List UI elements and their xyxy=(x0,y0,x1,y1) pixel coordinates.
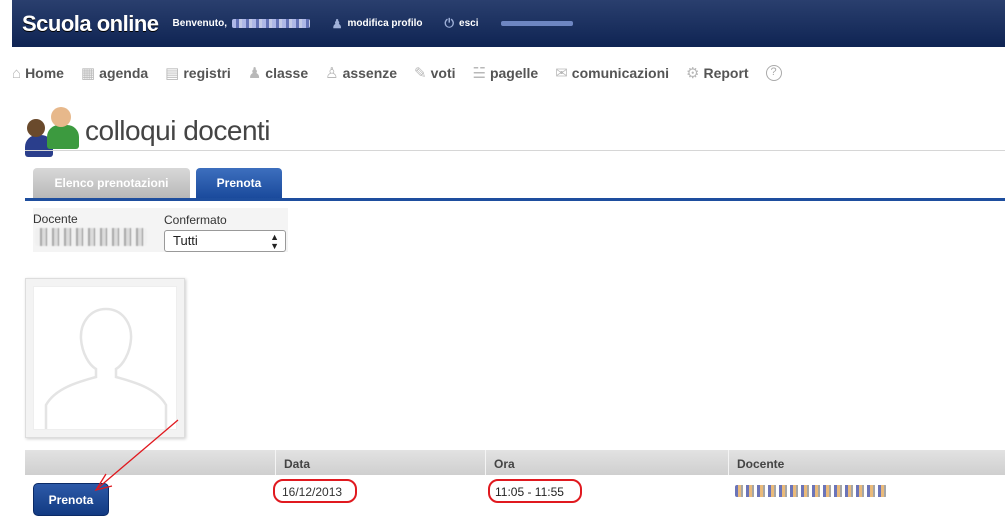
nav-item-registri[interactable]: ▤ registri xyxy=(165,64,231,82)
edit-profile-link[interactable]: ♟ modifica profilo xyxy=(332,17,423,31)
welcome-text: Benvenuto, xyxy=(173,18,310,29)
cell-ora: 11:05 - 11:55 xyxy=(495,485,564,499)
nav-label-classe: classe xyxy=(265,65,309,81)
nav-label-pagelle: pagelle xyxy=(489,65,539,81)
person-silhouette-icon xyxy=(44,307,168,429)
select-arrows-icon: ▲ ▼ xyxy=(270,232,279,251)
nav-item-classe[interactable]: ♟ classe xyxy=(248,64,308,82)
title-divider xyxy=(25,150,1005,151)
edit-icon: ✎ xyxy=(414,65,427,82)
page-title: colloqui docenti xyxy=(85,115,271,146)
logout-link[interactable]: ⏻ esci xyxy=(445,16,479,31)
nav-label-assenze: assenze xyxy=(342,65,398,81)
home-icon: ⌂ xyxy=(12,64,22,82)
confermato-select[interactable]: Tutti ▲ ▼ xyxy=(164,230,286,252)
nav-item-report[interactable]: ⚙ Report xyxy=(686,64,749,82)
tab-prenota[interactable]: Prenota xyxy=(196,168,282,198)
tab-elenco-prenotazioni[interactable]: Elenco prenotazioni xyxy=(33,168,190,198)
slots-table: Data Ora Docente xyxy=(25,450,1005,475)
docente-filter-value-redacted xyxy=(35,228,147,246)
cell-docente-redacted xyxy=(735,485,887,497)
confermato-filter-label: Confermato xyxy=(164,213,227,227)
nav-label-comunicazioni: comunicazioni xyxy=(571,65,670,81)
prenota-button[interactable]: Prenota xyxy=(33,483,109,516)
col-header-action xyxy=(25,450,275,475)
nav-label-report: Report xyxy=(703,65,749,81)
header-bar-decoration xyxy=(500,21,573,26)
table-header: Data Ora Docente xyxy=(25,450,1005,475)
edit-profile-label: modifica profilo xyxy=(347,18,423,29)
tabs-underline xyxy=(25,198,1005,201)
confermato-select-value: Tutti xyxy=(173,233,198,248)
avatar-placeholder xyxy=(33,286,177,430)
nav-item-comunicazioni[interactable]: ✉ comunicazioni xyxy=(555,64,669,82)
nav-item-voti[interactable]: ✎ voti xyxy=(414,64,455,82)
filter-panel: Docente Confermato Tutti ▲ ▼ xyxy=(33,208,288,252)
report-card-icon: ☱ xyxy=(472,65,486,82)
col-header-docente: Docente xyxy=(728,450,1005,475)
book-icon: ▤ xyxy=(165,65,180,82)
main-nav: ⌂ Home ▦ agenda ▤ registri ♟ classe ♙ as… xyxy=(12,62,782,84)
app-brand[interactable]: Scuola online xyxy=(22,11,159,37)
top-bar: Scuola online Benvenuto, ♟ modifica prof… xyxy=(12,0,1005,47)
users-icon: ♟ xyxy=(247,65,262,82)
col-header-data: Data xyxy=(275,450,485,475)
nav-label-voti: voti xyxy=(430,65,456,81)
nav-item-pagelle[interactable]: ☱ pagelle xyxy=(473,64,539,82)
calendar-icon: ▦ xyxy=(80,65,96,82)
logout-label: esci xyxy=(459,18,479,29)
nav-label-agenda: agenda xyxy=(99,65,149,81)
nav-label-home: Home xyxy=(25,65,64,81)
nav-item-agenda[interactable]: ▦ agenda xyxy=(81,64,148,82)
welcome-prefix: Benvenuto, xyxy=(172,18,227,29)
cell-data: 16/12/2013 xyxy=(282,485,343,499)
nav-item-home[interactable]: ⌂ Home xyxy=(12,65,64,82)
nav-item-assenze[interactable]: ♙ assenze xyxy=(325,64,397,82)
nav-label-registri: registri xyxy=(183,65,231,81)
user-name-redacted xyxy=(231,18,310,28)
user-edit-icon: ♟ xyxy=(331,16,343,31)
gear-icon: ⚙ xyxy=(686,65,700,82)
user-icon: ♙ xyxy=(325,65,339,82)
tab-bar: Elenco prenotazioni Prenota xyxy=(33,168,282,198)
power-icon: ⏻ xyxy=(444,16,455,30)
col-header-ora: Ora xyxy=(485,450,728,475)
docente-filter-label: Docente xyxy=(33,212,78,226)
help-icon[interactable]: ? xyxy=(765,65,782,81)
mail-icon: ✉ xyxy=(555,65,568,82)
teacher-photo xyxy=(25,278,185,438)
